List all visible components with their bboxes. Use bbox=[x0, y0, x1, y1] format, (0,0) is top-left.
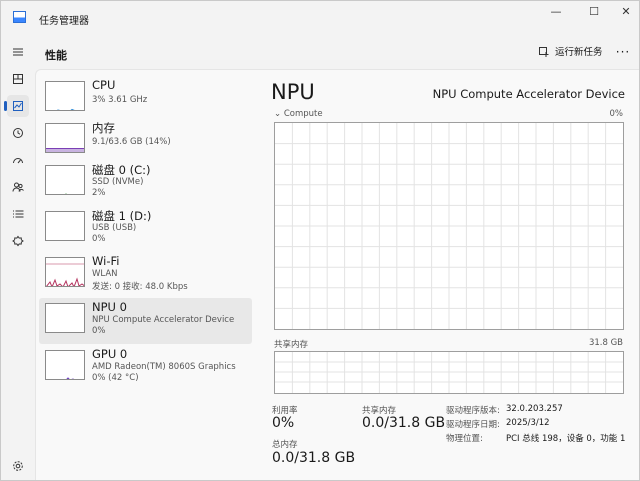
total-memory-label: 总内存 bbox=[272, 440, 298, 450]
device-detail: NPU Compute Accelerator Device bbox=[92, 315, 235, 325]
driver-version-value: 32.0.203.257 bbox=[506, 404, 563, 414]
device-usage: 2% bbox=[92, 188, 106, 198]
title-bar: 任务管理器 — ☐ ✕ bbox=[1, 1, 639, 35]
services-icon[interactable] bbox=[7, 230, 29, 252]
gpu-0-thumbnail-graph bbox=[45, 350, 85, 380]
device-throughput: 发送: 0 接收: 48.0 Kbps bbox=[92, 282, 188, 292]
app-history-icon[interactable] bbox=[7, 122, 29, 144]
cpu-thumbnail-graph bbox=[45, 81, 85, 111]
detail-title: NPU bbox=[271, 80, 315, 104]
device-name: CPU bbox=[92, 78, 116, 92]
more-options-button[interactable]: ··· bbox=[613, 44, 633, 60]
task-manager-app-icon bbox=[13, 11, 26, 23]
disk-0-thumbnail-graph bbox=[45, 165, 85, 195]
run-new-task-label: 运行新任务 bbox=[555, 47, 603, 58]
device-usage: 0% bbox=[92, 234, 106, 244]
run-task-icon bbox=[539, 47, 549, 57]
close-button[interactable]: ✕ bbox=[615, 4, 637, 20]
shared-memory-graph-label: 共享内存 bbox=[274, 340, 309, 350]
driver-version-label: 驱动程序版本: bbox=[446, 406, 500, 416]
device-detail: WLAN bbox=[92, 269, 118, 279]
page-title: 性能 bbox=[45, 49, 67, 62]
device-item-disk-1[interactable]: 磁盘 1 (D:) USB (USB) 0% bbox=[39, 206, 252, 252]
performance-content: CPU 3% 3.61 GHz 内存 9.1/63.6 GB (14%) 磁盘 … bbox=[35, 69, 639, 480]
window-title: 任务管理器 bbox=[39, 16, 89, 27]
device-name: NPU 0 bbox=[92, 300, 127, 314]
shared-memory-value: 0.0/31.8 GB bbox=[362, 415, 446, 431]
performance-icon[interactable] bbox=[4, 95, 29, 117]
settings-icon[interactable] bbox=[7, 455, 29, 477]
device-detail: 3% 3.61 GHz bbox=[92, 95, 148, 105]
device-detail: USB (USB) bbox=[92, 223, 137, 233]
driver-date-value: 2025/3/12 bbox=[506, 418, 550, 428]
compute-dropdown[interactable]: ⌄ Compute bbox=[274, 109, 323, 119]
memory-thumbnail-graph bbox=[45, 123, 85, 153]
device-detail: AMD Radeon(TM) 8060S Graphics bbox=[92, 362, 236, 372]
shared-memory-graph bbox=[274, 351, 624, 394]
total-memory-value: 0.0/31.8 GB bbox=[272, 450, 356, 466]
driver-date-label: 驱动程序日期: bbox=[446, 420, 500, 430]
minimize-button[interactable]: — bbox=[545, 4, 567, 20]
compute-max-label: 0% bbox=[609, 109, 624, 119]
device-item-cpu[interactable]: CPU 3% 3.61 GHz bbox=[39, 76, 252, 122]
task-manager-window: 任务管理器 — ☐ ✕ 性能 运行新任务 ··· CPU 3% 3.61 GHz… bbox=[0, 0, 640, 481]
physical-location-label: 物理位置: bbox=[446, 434, 483, 444]
details-icon[interactable] bbox=[7, 203, 29, 225]
device-name: 磁盘 0 (C:) bbox=[92, 163, 151, 177]
compute-label: Compute bbox=[283, 109, 323, 119]
detail-device-name: NPU Compute Accelerator Device bbox=[432, 87, 625, 101]
users-icon[interactable] bbox=[7, 176, 29, 198]
page-header: 性能 运行新任务 ··· bbox=[35, 35, 639, 69]
left-navigation bbox=[1, 35, 35, 480]
device-item-gpu-0[interactable]: GPU 0 AMD Radeon(TM) 8060S Graphics 0% (… bbox=[39, 345, 252, 391]
device-item-memory[interactable]: 内存 9.1/63.6 GB (14%) bbox=[39, 118, 252, 164]
device-usage: 0% bbox=[92, 326, 106, 336]
run-new-task-button[interactable]: 运行新任务 bbox=[539, 45, 603, 61]
device-name: 内存 bbox=[92, 121, 115, 135]
device-name: Wi-Fi bbox=[92, 254, 120, 268]
utilization-value: 0% bbox=[272, 415, 295, 431]
npu-0-thumbnail-graph bbox=[45, 303, 85, 333]
device-name: GPU 0 bbox=[92, 347, 128, 361]
device-item-npu-0[interactable]: NPU 0 NPU Compute Accelerator Device 0% bbox=[39, 298, 252, 344]
device-detail: 9.1/63.6 GB (14%) bbox=[92, 137, 171, 147]
device-usage: 0% (42 °C) bbox=[92, 373, 139, 383]
device-name: 磁盘 1 (D:) bbox=[92, 209, 152, 223]
device-item-wifi[interactable]: Wi-Fi WLAN 发送: 0 接收: 48.0 Kbps bbox=[39, 252, 252, 298]
chevron-down-icon: ⌄ bbox=[274, 109, 282, 119]
device-detail: SSD (NVMe) bbox=[92, 177, 144, 187]
startup-apps-icon[interactable] bbox=[7, 149, 29, 171]
shared-memory-max-label: 31.8 GB bbox=[588, 338, 623, 348]
physical-location-value: PCI 总线 198，设备 0，功能 1 bbox=[506, 434, 626, 444]
device-item-disk-0[interactable]: 磁盘 0 (C:) SSD (NVMe) 2% bbox=[39, 160, 252, 206]
disk-1-thumbnail-graph bbox=[45, 211, 85, 241]
wifi-thumbnail-graph bbox=[45, 257, 85, 287]
compute-graph bbox=[274, 122, 624, 330]
processes-icon[interactable] bbox=[7, 68, 29, 90]
hamburger-menu-icon[interactable] bbox=[7, 41, 29, 63]
maximize-button[interactable]: ☐ bbox=[583, 4, 605, 20]
